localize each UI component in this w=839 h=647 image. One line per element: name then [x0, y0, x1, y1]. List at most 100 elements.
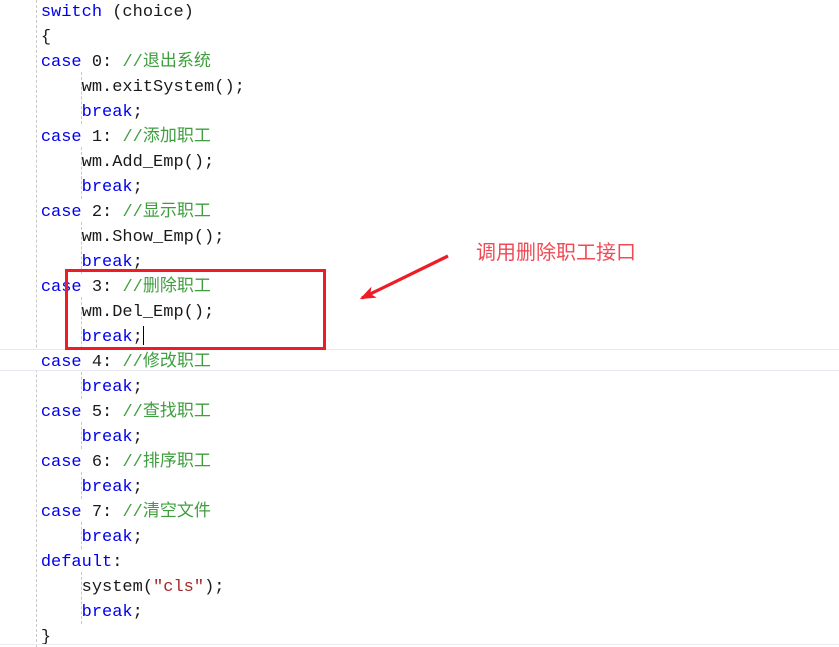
token-plain: ;	[132, 378, 143, 397]
text-caret	[142, 326, 144, 345]
code-line[interactable]: break;	[0, 600, 839, 625]
token-comment: //修改职工	[122, 353, 211, 372]
code-line[interactable]: break;	[0, 525, 839, 550]
token-plain: ;	[132, 528, 143, 547]
token-plain: {	[40, 28, 52, 47]
token-string: "cls"	[153, 578, 205, 597]
token-plain: 5:	[81, 403, 123, 422]
token-comment: //添加职工	[122, 128, 211, 147]
code-line[interactable]: case 5: //查找职工	[0, 400, 839, 425]
token-keyword: case	[40, 503, 82, 522]
token-plain: ;	[132, 328, 143, 347]
code-line[interactable]: break;	[0, 250, 839, 275]
token-plain: 4:	[81, 353, 123, 372]
token-keyword: break	[81, 378, 133, 397]
token-plain: 3:	[81, 278, 123, 297]
token-comment: //显示职工	[122, 203, 211, 222]
code-line[interactable]: case 7: //清空文件	[0, 500, 839, 525]
token-keyword: break	[81, 178, 133, 197]
code-line[interactable]: break;	[0, 175, 839, 200]
code-line[interactable]: {	[0, 25, 839, 50]
token-plain: ;	[132, 478, 143, 497]
token-plain: wm.exitSystem();	[81, 78, 245, 97]
code-line[interactable]: wm.Show_Emp();	[0, 225, 839, 250]
token-keyword: case	[40, 278, 82, 297]
editor-bottom-rule	[0, 644, 839, 645]
code-line[interactable]: break;	[0, 475, 839, 500]
token-keyword: break	[81, 478, 133, 497]
token-plain: wm.Show_Emp();	[81, 228, 225, 247]
token-keyword: case	[40, 203, 82, 222]
token-plain: ;	[132, 178, 143, 197]
code-line[interactable]: wm.Add_Emp();	[0, 150, 839, 175]
token-comment: //排序职工	[122, 453, 211, 472]
code-line[interactable]: system("cls");	[0, 575, 839, 600]
token-plain: wm.Del_Emp();	[81, 303, 215, 322]
token-plain: (choice)	[102, 3, 194, 22]
code-line[interactable]: break;	[0, 425, 839, 450]
token-plain: ;	[132, 253, 143, 272]
code-line[interactable]: switch (choice)	[0, 0, 839, 25]
token-keyword: case	[40, 353, 82, 372]
token-comment: //退出系统	[122, 53, 211, 72]
code-line[interactable]: case 4: //修改职工	[0, 350, 839, 375]
code-line[interactable]: case 3: //删除职工	[0, 275, 839, 300]
token-keyword: switch	[40, 3, 103, 22]
code-line[interactable]: break;	[0, 375, 839, 400]
code-line[interactable]: default:	[0, 550, 839, 575]
code-line[interactable]: case 6: //排序职工	[0, 450, 839, 475]
token-plain: system(	[81, 578, 154, 597]
token-plain: ;	[132, 428, 143, 447]
token-keyword: break	[81, 103, 133, 122]
code-line[interactable]: case 1: //添加职工	[0, 125, 839, 150]
token-keyword: break	[81, 428, 133, 447]
token-plain: 7:	[81, 503, 123, 522]
token-keyword: break	[81, 528, 133, 547]
code-line[interactable]: case 2: //显示职工	[0, 200, 839, 225]
code-line[interactable]: break;	[0, 325, 839, 350]
code-line[interactable]: wm.exitSystem();	[0, 75, 839, 100]
code-editor-screenshot: switch (choice) { case 0: //退出系统 wm.exit…	[0, 0, 839, 647]
token-keyword: break	[81, 253, 133, 272]
code-line[interactable]: wm.Del_Emp();	[0, 300, 839, 325]
code-editor-surface[interactable]: switch (choice) { case 0: //退出系统 wm.exit…	[0, 0, 839, 647]
token-comment: //清空文件	[122, 503, 211, 522]
token-keyword: break	[81, 328, 133, 347]
token-keyword: case	[40, 403, 82, 422]
token-comment: //查找职工	[122, 403, 211, 422]
code-line[interactable]: case 0: //退出系统	[0, 50, 839, 75]
token-keyword: case	[40, 53, 82, 72]
token-plain: 2:	[81, 203, 123, 222]
token-keyword: default	[40, 553, 113, 572]
token-plain: 0:	[81, 53, 123, 72]
token-plain: 1:	[81, 128, 123, 147]
code-line[interactable]: break;	[0, 100, 839, 125]
token-plain: wm.Add_Emp();	[81, 153, 215, 172]
token-plain: ;	[132, 603, 143, 622]
token-keyword: case	[40, 453, 82, 472]
token-comment: //删除职工	[122, 278, 211, 297]
token-keyword: case	[40, 128, 82, 147]
